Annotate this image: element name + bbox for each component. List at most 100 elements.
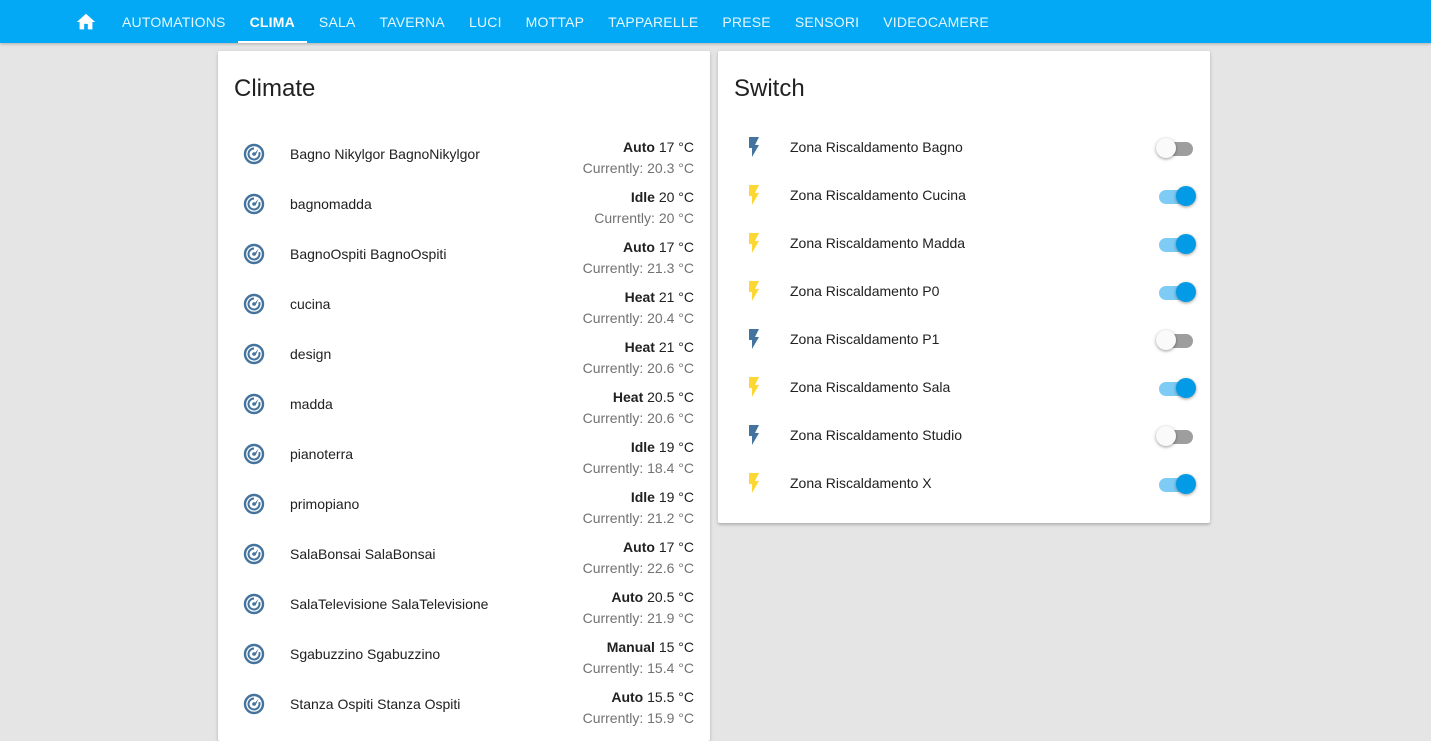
thermostat-icon — [242, 192, 266, 216]
climate-mode: Auto — [623, 239, 655, 255]
climate-entity-name: Sgabuzzino Sgabuzzino — [290, 646, 441, 662]
climate-row[interactable]: Bagno Nikylgor BagnoNikylgor Auto 17 °C Cu… — [234, 137, 694, 187]
flash-icon — [742, 375, 766, 399]
view-tabs: AUTOMATIONS CLIMA SALA TAVERNA LUCI MOTTAP TAP… — [110, 0, 1001, 43]
switch-entity-name: Zona Riscaldamento P1 — [790, 331, 940, 347]
climate-current-temp: Currently: 15.9 °C — [582, 710, 694, 726]
climate-mode: Idle — [630, 489, 655, 505]
thermostat-icon — [242, 642, 266, 666]
tab-sala[interactable]: SALA — [307, 0, 368, 43]
switch-row: Zona Riscaldamento Madda — [734, 228, 1196, 276]
climate-mode: Auto — [623, 139, 655, 155]
climate-target-temp: 21 °C — [658, 339, 694, 355]
switch-toggle[interactable] — [1156, 135, 1196, 159]
climate-entity-name: SalaBonsai SalaBonsai — [290, 546, 436, 562]
climate-mode: Heat — [612, 389, 644, 405]
climate-row[interactable]: bagnomadda Idle 20 °C Currently: 20 °C — [234, 187, 694, 237]
thermostat-icon — [242, 142, 266, 166]
climate-target-temp: 20 °C — [658, 189, 694, 205]
toggle-thumb — [1176, 378, 1196, 398]
switch-entity-name: Zona Riscaldamento Sala — [790, 379, 951, 395]
toggle-thumb — [1176, 282, 1196, 302]
toggle-thumb — [1176, 186, 1196, 206]
climate-entity-name: primopiano — [290, 496, 360, 512]
tab-videocamere[interactable]: VIDEOCAMERE — [871, 0, 1001, 43]
switch-entity-name: Zona Riscaldamento Cucina — [790, 187, 966, 203]
climate-row[interactable]: madda Heat 20.5 °C Currently: 20.6 °C — [234, 387, 694, 437]
switch-toggle[interactable] — [1156, 279, 1196, 303]
switch-toggle[interactable] — [1156, 375, 1196, 399]
climate-row[interactable]: Stanza Ospiti Stanza Ospiti Auto 15.5 °C C… — [234, 687, 694, 737]
climate-row[interactable]: BagnoOspiti BagnoOspiti Auto 17 °C Current… — [234, 237, 694, 287]
thermostat-icon — [242, 242, 266, 266]
tab-luci[interactable]: LUCI — [457, 0, 514, 43]
climate-target-temp: 17 °C — [658, 139, 694, 155]
tab-tapparelle[interactable]: TAPPARELLE — [596, 0, 710, 43]
climate-mode: Auto — [611, 589, 644, 605]
toggle-thumb — [1156, 330, 1176, 350]
thermostat-icon — [242, 442, 266, 466]
climate-row[interactable]: primopiano Idle 19 °C Currently: 21.2 °C — [234, 487, 694, 537]
climate-card-title: Climate — [234, 75, 316, 102]
top-toolbar: AUTOMATIONS CLIMA SALA TAVERNA LUCI MOTTAP TAP… — [0, 0, 1431, 43]
switch-toggle[interactable] — [1156, 471, 1196, 495]
climate-target-temp: 21 °C — [658, 289, 694, 305]
climate-row[interactable]: Sgabuzzino Sgabuzzino Manual 15 °C Current… — [234, 637, 694, 687]
climate-row[interactable]: SalaBonsai SalaBonsai Auto 17 °C Currently… — [234, 537, 694, 587]
climate-current-temp: Currently: 20.4 °C — [582, 310, 694, 326]
toggle-thumb — [1176, 234, 1196, 254]
switch-toggle[interactable] — [1156, 423, 1196, 447]
climate-state: Idle 19 °C Currently: 18.4 °C — [583, 437, 694, 479]
switch-row: Zona Riscaldamento P1 — [734, 324, 1194, 372]
climate-mode: Manual — [606, 639, 655, 655]
switch-toggle[interactable] — [1156, 231, 1196, 255]
climate-target-temp: 15 °C — [658, 639, 694, 655]
tab-taverna[interactable]: TAVERNA — [368, 0, 457, 43]
climate-current-temp: Currently: 15.4 °C — [582, 660, 694, 676]
switch-toggle[interactable] — [1156, 183, 1196, 207]
climate-mode: Idle — [630, 439, 655, 455]
climate-entity-name: bagnomadda — [290, 196, 372, 212]
climate-entity-name: madda — [290, 396, 333, 412]
tab-automations[interactable]: AUTOMATIONS — [110, 0, 238, 43]
climate-entity-name: BagnoOspiti BagnoOspiti — [290, 246, 447, 262]
switch-row: Zona Riscaldamento Bagno — [734, 132, 1194, 180]
climate-target-temp: 20.5 °C — [647, 389, 694, 405]
climate-row[interactable]: SalaTelevisione SalaTelevisione Auto 20.5… — [234, 587, 694, 637]
climate-state: Heat 20.5 °C Currently: 20.6 °C — [583, 387, 694, 429]
tab-clima[interactable]: CLIMA — [237, 0, 308, 43]
climate-state: Heat 21 °C Currently: 20.4 °C — [583, 287, 694, 329]
climate-mode: Idle — [630, 189, 655, 205]
climate-row[interactable]: pianoterra Idle 19 °C Currently: 18.4 °C — [234, 437, 694, 487]
climate-mode: Auto — [623, 539, 655, 555]
climate-entity-name: pianoterra — [290, 446, 354, 462]
climate-entity-name: design — [290, 346, 332, 362]
switch-row: Zona Riscaldamento P0 — [734, 276, 1196, 324]
climate-current-temp: Currently: 18.4 °C — [582, 460, 694, 476]
climate-target-temp: 19 °C — [658, 489, 694, 505]
tab-sensori[interactable]: SENSORI — [783, 0, 871, 43]
home-tab[interactable] — [64, 0, 108, 43]
tab-prese[interactable]: PRESE — [710, 0, 782, 43]
switch-entity-name: Zona Riscaldamento Madda — [790, 235, 966, 251]
climate-entity-name: Bagno Nikylgor BagnoNikylgor — [290, 146, 480, 162]
climate-row[interactable]: design Heat 21 °C Currently: 20.6 °C — [234, 337, 694, 387]
flash-icon — [742, 279, 766, 303]
thermostat-icon — [242, 342, 266, 366]
switch-entity-name: Zona Riscaldamento P0 — [790, 283, 940, 299]
climate-target-temp: 17 °C — [658, 239, 694, 255]
climate-current-temp: Currently: 21.9 °C — [582, 610, 694, 626]
thermostat-icon — [242, 592, 266, 616]
climate-current-temp: Currently: 21.3 °C — [582, 260, 694, 276]
climate-row[interactable]: cucina Heat 21 °C Currently: 20.4 °C — [234, 287, 694, 337]
climate-entity-name: SalaTelevisione SalaTelevisione — [290, 596, 489, 612]
switch-row: Zona Riscaldamento Sala — [734, 372, 1196, 420]
climate-target-temp: 19 °C — [658, 439, 694, 455]
switch-toggle[interactable] — [1156, 327, 1196, 351]
climate-mode: Heat — [624, 289, 655, 305]
thermostat-icon — [242, 542, 266, 566]
climate-current-temp: Currently: 20.3 °C — [582, 160, 694, 176]
climate-state: Auto 20.5 °C Currently: 21.9 °C — [583, 587, 694, 629]
switch-row: Zona Riscaldamento Studio — [734, 420, 1194, 468]
tab-mottap[interactable]: MOTTAP — [514, 0, 597, 43]
